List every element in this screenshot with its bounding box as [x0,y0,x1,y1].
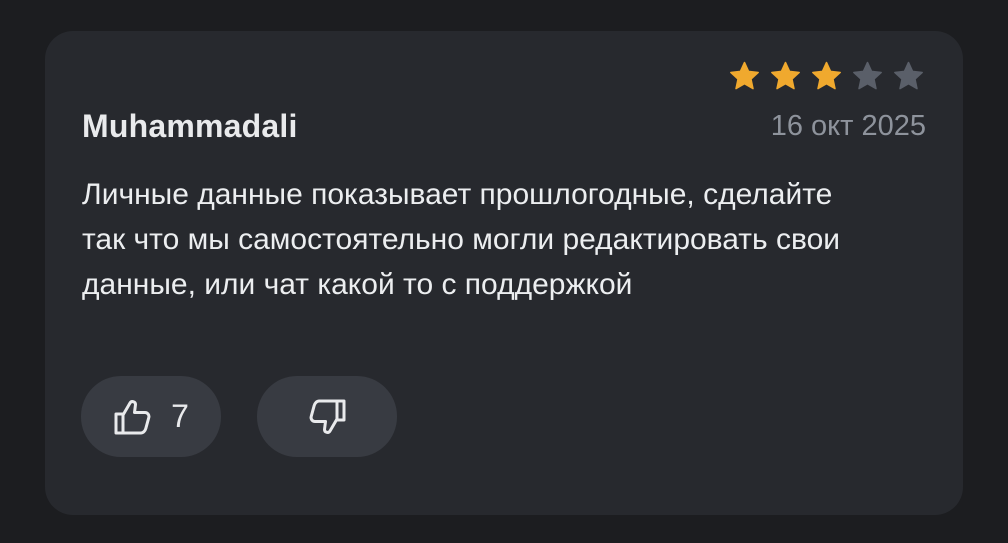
star-filled-icon [810,60,843,92]
rating-stars [728,60,925,92]
star-filled-icon [769,60,802,92]
star-filled-icon [728,60,761,92]
dislike-button[interactable] [257,376,397,457]
review-text: Личные данные показывает прошлогодные, с… [82,178,841,301]
star-empty-icon [851,60,884,92]
thumbs-up-icon [113,398,153,436]
like-count: 7 [171,398,189,434]
review-date: 16 окт 2025 [770,110,926,142]
like-button[interactable]: 7 [81,376,221,457]
review-author: Muhammadali [82,108,298,144]
review-card: Muhammadali 16 окт 2025 Личные данные по… [45,31,963,515]
thumbs-down-icon [307,398,347,436]
star-empty-icon [892,60,925,92]
